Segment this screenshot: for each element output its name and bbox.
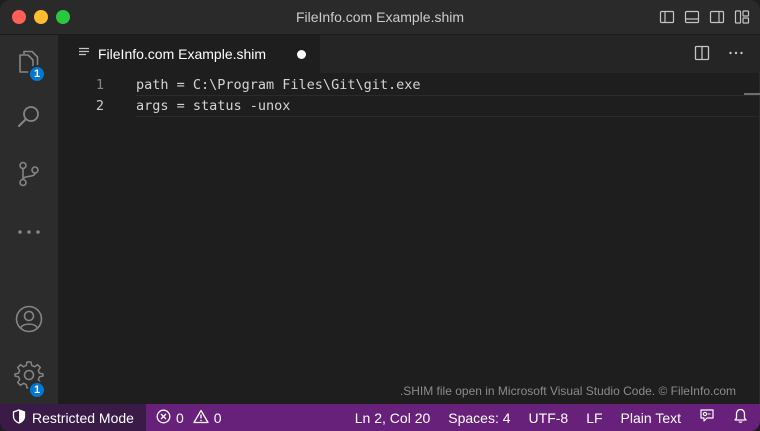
encoding[interactable]: UTF-8 <box>520 404 578 431</box>
line-text[interactable]: args = status -unox <box>136 96 290 117</box>
error-icon <box>156 409 171 427</box>
more-views-button[interactable] <box>0 210 58 258</box>
toggle-primary-sidebar-icon[interactable] <box>658 8 675 25</box>
accounts-button[interactable] <box>0 297 58 345</box>
vscode-window: FileInfo.com Example.shim 1 1 FileInfo.c… <box>0 0 760 431</box>
title-bar: FileInfo.com Example.shim <box>0 0 760 35</box>
error-count: 0 <box>175 409 184 426</box>
restricted-mode-label: Restricted Mode <box>32 409 134 426</box>
editor-actions <box>694 45 744 66</box>
editor-tab-bar: FileInfo.com Example.shim <box>58 35 760 73</box>
language-mode[interactable]: Plain Text <box>612 404 690 431</box>
code-line[interactable]: 1 path = C:\Program Files\Git\git.exe <box>58 75 760 96</box>
plain-text-file-icon <box>78 45 90 63</box>
problems-indicator[interactable]: 0 0 <box>146 404 230 431</box>
warning-icon <box>193 409 209 427</box>
source-control-icon <box>15 160 43 193</box>
warning-count: 0 <box>213 409 222 426</box>
line-number: 1 <box>95 77 104 93</box>
explorer-badge: 1 <box>28 65 46 83</box>
bell-icon <box>733 408 748 427</box>
search-icon <box>15 103 43 136</box>
more-actions-icon[interactable] <box>728 45 744 66</box>
layout-controls <box>658 8 750 25</box>
code-line[interactable]: 2 args = status -unox <box>58 96 760 117</box>
activity-bar: 1 1 <box>0 35 58 404</box>
more-icon <box>15 218 43 251</box>
toggle-panel-icon[interactable] <box>683 8 700 25</box>
source-control-button[interactable] <box>0 152 58 200</box>
toggle-secondary-sidebar-icon[interactable] <box>708 8 725 25</box>
feedback-button[interactable] <box>690 404 724 431</box>
restricted-mode-indicator[interactable]: Restricted Mode <box>0 404 146 431</box>
account-icon <box>14 304 44 339</box>
line-text[interactable]: path = C:\Program Files\Git\git.exe <box>136 75 420 96</box>
cursor-position[interactable]: Ln 2, Col 20 <box>346 404 440 431</box>
scrollbar-cursor-marker <box>744 93 760 95</box>
status-bar: Restricted Mode 0 0 Ln 2, Col 20 Spaces:… <box>0 404 760 431</box>
shield-icon <box>12 408 26 427</box>
line-ending[interactable]: LF <box>577 404 611 431</box>
manage-button[interactable]: 1 <box>0 353 58 401</box>
feedback-icon <box>699 408 715 427</box>
unsaved-dot-icon[interactable] <box>297 50 306 59</box>
notifications-button[interactable] <box>724 404 760 431</box>
search-button[interactable] <box>0 95 58 143</box>
customize-layout-icon[interactable] <box>733 8 750 25</box>
tab-fileinfo-example-shim[interactable]: FileInfo.com Example.shim <box>58 35 320 73</box>
status-bar-right: Ln 2, Col 20 Spaces: 4 UTF-8 LF Plain Te… <box>346 404 760 431</box>
line-number: 2 <box>95 98 104 114</box>
split-editor-icon[interactable] <box>694 45 710 66</box>
explorer-button[interactable]: 1 <box>0 39 58 87</box>
tab-label: FileInfo.com Example.shim <box>98 46 267 62</box>
editor-area[interactable]: 1 path = C:\Program Files\Git\git.exe 2 … <box>58 73 760 404</box>
settings-badge: 1 <box>28 381 46 399</box>
indentation[interactable]: Spaces: 4 <box>439 404 519 431</box>
window-title: FileInfo.com Example.shim <box>295 9 465 25</box>
caption-text: .SHIM file open in Microsoft Visual Stud… <box>399 384 736 398</box>
